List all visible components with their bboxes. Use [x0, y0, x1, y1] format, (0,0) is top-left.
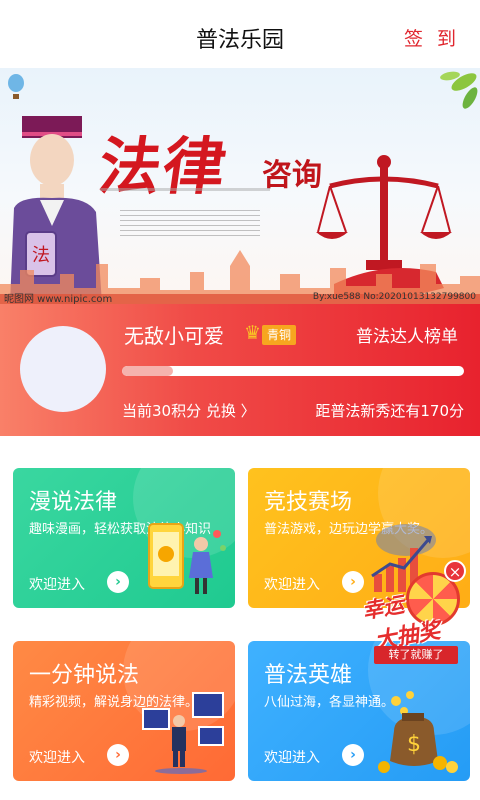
- banner-fine-print: [120, 210, 260, 236]
- chevron-right-icon[interactable]: ›: [107, 744, 129, 766]
- watermark-right: By:xue588 No:20201013132799800: [312, 292, 476, 302]
- app-header: 普法乐园 签 到: [0, 0, 480, 68]
- tile-title: 普法英雄: [264, 663, 353, 688]
- rank-label: 青铜: [262, 325, 296, 345]
- tile-enter-label: 欢迎进入: [29, 750, 85, 766]
- banner-headline-small: 咨询: [262, 158, 322, 193]
- money-bag-coins-illustration-icon: $: [378, 691, 458, 773]
- presenter-screens-illustration-icon: [142, 692, 224, 774]
- tile-enter-label: 欢迎进入: [264, 577, 320, 593]
- close-icon[interactable]: ×: [444, 560, 466, 582]
- points-progress-fill: [122, 366, 174, 376]
- signin-button[interactable]: 签 到: [404, 24, 460, 51]
- banner-divider: [100, 188, 270, 191]
- tile-title: 漫说法律: [29, 490, 118, 515]
- crown-icon: ♛: [244, 322, 262, 344]
- avatar[interactable]: [20, 326, 106, 412]
- next-level-text: 距普法新秀还有170分: [315, 402, 464, 420]
- tile-enter-label: 欢迎进入: [29, 577, 85, 593]
- tile-enter-label: 欢迎进入: [264, 750, 320, 766]
- chevron-right-icon[interactable]: ›: [342, 744, 364, 766]
- phone-shopping-illustration-icon: [148, 523, 226, 594]
- tile-title: 一分钟说法: [29, 663, 140, 688]
- chevron-right-icon[interactable]: ›: [107, 571, 129, 593]
- tile-title: 竞技赛场: [264, 490, 353, 515]
- watermark-left: 昵图网 www.nipic.com: [4, 294, 113, 304]
- username: 无敌小可爱: [124, 324, 224, 348]
- hot-air-balloon-icon: [8, 74, 24, 99]
- leaderboard-link[interactable]: 普法达人榜单: [356, 322, 458, 347]
- banner-headline: 法律: [94, 130, 233, 203]
- tile-one-minute-law[interactable]: 一分钟说法 精彩视频，解说身边的法律。 欢迎进入 ›: [13, 641, 235, 781]
- leaves-decoration-icon: [440, 71, 478, 109]
- points-progress-bar: [122, 366, 464, 376]
- lucky-draw-widget[interactable]: 幸运 大抽奖 转了就赚了 ×: [360, 556, 472, 670]
- legal-consult-banner[interactable]: 法 法律 咨询 昵图网 www.nipic.com By:xue588 No:2…: [0, 68, 480, 304]
- lucky-draw-ribbon: 转了就赚了: [374, 646, 458, 664]
- points-exchange-link[interactable]: 当前30积分 兑换 〉: [122, 400, 256, 421]
- tile-comic-law[interactable]: 漫说法律 趣味漫画，轻松获取法律小知识 欢迎进入 ›: [13, 468, 235, 608]
- rank-badge: ♛ 青铜: [244, 322, 296, 346]
- svg-text:$: $: [407, 732, 421, 757]
- user-profile-card: 无敌小可爱 ♛ 青铜 普法达人榜单 当前30积分 兑换 〉 距普法新秀还有170…: [0, 304, 480, 436]
